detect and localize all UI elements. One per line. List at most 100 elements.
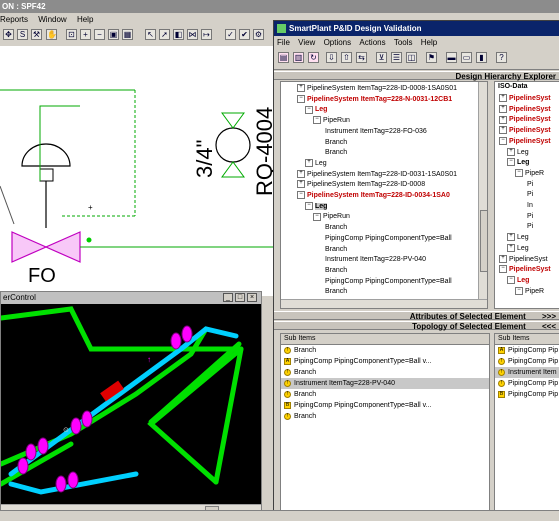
expand-icon[interactable]: + [499, 104, 507, 113]
subitems-list-right[interactable]: Sub Items A PipingComp Pip! PipingComp Pip… [494, 333, 559, 513]
expand-icon[interactable]: + [499, 254, 507, 263]
collapse-icon[interactable]: − [499, 136, 507, 145]
view-detail-icon[interactable]: ▮ [476, 52, 487, 63]
subitem-row[interactable]: ! Branch [281, 367, 489, 378]
menu-reports[interactable]: Reports [0, 15, 28, 24]
expand-arrows[interactable]: >>> [542, 312, 556, 321]
subitem-row[interactable]: ! PipingComp Pip [495, 378, 559, 389]
tree-node[interactable]: Pi [523, 222, 533, 232]
tree-node[interactable]: + PipelineSyst [499, 94, 551, 104]
refresh-icon[interactable]: ↻ [308, 52, 319, 63]
pointer-icon[interactable]: ➚ [159, 29, 170, 40]
collapse-icon[interactable]: − [305, 105, 313, 114]
menu-file[interactable]: File [277, 38, 290, 47]
subitem-row[interactable]: ! Instrument ItemTag=228-PV-040 [281, 378, 489, 389]
subitem-row[interactable]: B PipingComp PipingComponentType=Ball v..… [281, 400, 489, 411]
expand-icon[interactable]: + [507, 147, 515, 156]
tree-node[interactable]: + PipelineSyst [499, 254, 548, 265]
settings-icon[interactable]: ⚙ [253, 29, 264, 40]
subitems-list-left[interactable]: Sub Items ! Branch A PipingComp PipingCompo… [280, 333, 490, 513]
place-icon[interactable]: ◧ [173, 29, 184, 40]
menu-help[interactable]: Help [77, 15, 93, 24]
tree-node[interactable]: Instrument ItemTag=228-PV-040 [321, 255, 426, 265]
expand-icon[interactable]: + [507, 243, 515, 252]
pid-drawing-canvas[interactable]: + FO 3/4" RQ-4004 [0, 46, 280, 296]
collapse-icon[interactable]: − [507, 276, 515, 285]
subitem-row[interactable]: A PipingComp PipingComponentType=Ball v..… [281, 356, 489, 367]
expand-icon[interactable]: + [297, 169, 305, 178]
menu-help[interactable]: Help [421, 38, 437, 47]
tree-node[interactable]: + PipelineSyst [499, 126, 551, 136]
subitem-row[interactable]: ! Branch [281, 345, 489, 356]
report-icon[interactable]: ☰ [391, 52, 402, 63]
collapse-icon[interactable]: − [313, 212, 321, 221]
expand-icon[interactable]: + [305, 159, 313, 168]
tree-node[interactable]: Branch [321, 245, 347, 255]
zoom-out-icon[interactable]: − [94, 29, 105, 40]
topology-header[interactable]: Topology of Selected Element <<< [274, 321, 559, 331]
collapse-icon[interactable]: − [305, 201, 313, 210]
model-3d-canvas[interactable]: ↑ ⊙ [1, 304, 261, 504]
compare-icon[interactable]: ⇆ [356, 52, 367, 63]
hierarchy-tree-right[interactable]: ISO-Data + PipelineSyst + PipelineSyst + Pipe… [494, 81, 559, 309]
tree-node[interactable]: Branch [321, 138, 347, 148]
snap-icon[interactable]: S [17, 29, 28, 40]
line-tool-icon[interactable]: ↦ [201, 29, 212, 40]
tree-node[interactable]: + Leg [507, 233, 529, 243]
tree-hscrollbar[interactable] [281, 299, 487, 308]
import-icon[interactable]: ⇩ [326, 52, 337, 63]
minimize-button[interactable]: _ [223, 293, 233, 302]
tree-node[interactable]: − PipelineSyst [499, 136, 551, 147]
menu-tools[interactable]: Tools [394, 38, 413, 47]
tools-icon[interactable]: ⚒ [31, 29, 42, 40]
tree-node[interactable]: Pi [523, 212, 533, 222]
subitem-row[interactable]: ! PipingComp Pip [495, 356, 559, 367]
valve-tool-icon[interactable]: ⋈ [187, 29, 198, 40]
collapse-icon[interactable]: − [499, 265, 507, 274]
tree-node[interactable]: + Leg [507, 147, 529, 158]
tree-node[interactable]: − PipelineSystem ItemTag=228-N-0031-12CB1 [297, 94, 452, 105]
tree-node[interactable]: + PipelineSystem ItemTag=228-ID-0008-1SA0… [297, 84, 457, 94]
subitems-column-header[interactable]: Sub Items [495, 334, 559, 345]
attributes-header[interactable]: Attributes of Selected Element >>> [274, 311, 559, 321]
expand-icon[interactable]: + [499, 94, 507, 103]
collapse-icon[interactable]: − [297, 191, 305, 200]
tree-node[interactable]: Branch [321, 287, 347, 297]
tree-node[interactable]: Branch [321, 148, 347, 158]
open-icon[interactable]: ▤ [278, 52, 289, 63]
scroll-thumb[interactable] [480, 210, 487, 272]
move-icon[interactable]: ✥ [3, 29, 14, 40]
design-validation-window[interactable]: SmartPlant P&ID Design Validation File V… [273, 20, 559, 520]
validate-icon[interactable]: ✓ [225, 29, 236, 40]
tree-node[interactable]: − Leg [507, 158, 529, 168]
tree-node[interactable]: − PipeRun [313, 212, 350, 222]
fit-icon[interactable]: ▣ [108, 29, 119, 40]
collapse-icon[interactable]: − [507, 158, 515, 167]
subitem-row[interactable]: ! Branch [281, 389, 489, 400]
export-icon[interactable]: ⇧ [341, 52, 352, 63]
subitem-row[interactable]: A PipingComp Pip [495, 345, 559, 356]
tree-node[interactable]: Pi [523, 180, 533, 190]
tree-node[interactable]: + PipelineSystem ItemTag=228-ID-0008 [297, 180, 425, 190]
tree-node[interactable]: + Leg [305, 159, 327, 169]
validate-run-icon[interactable]: ⚑ [426, 52, 437, 63]
tree-node[interactable]: + PipelineSyst [499, 115, 551, 125]
collapse-icon[interactable]: − [297, 94, 305, 103]
menu-view[interactable]: View [298, 38, 315, 47]
menu-window[interactable]: Window [38, 15, 66, 24]
iso-data-root[interactable]: ISO-Data [498, 83, 528, 90]
tree-node[interactable]: − PipelineSyst [499, 265, 551, 275]
expand-icon[interactable]: + [499, 115, 507, 124]
menu-actions[interactable]: Actions [359, 38, 385, 47]
collapse-arrows[interactable]: <<< [542, 322, 556, 331]
tree-node[interactable]: Branch [321, 266, 347, 276]
tree-node[interactable]: PipingComp PipingComponentType=Ball [321, 277, 452, 287]
collapse-icon[interactable]: − [515, 169, 523, 178]
tree-node[interactable]: − PipeR [515, 169, 544, 179]
tree-node[interactable]: PipingComp PipingComponentType=Ball [321, 234, 452, 244]
hierarchy-tree-left[interactable]: + PipelineSystem ItemTag=228-ID-0008-1SA0… [280, 81, 488, 309]
zoom-in-icon[interactable]: + [80, 29, 91, 40]
expand-icon[interactable]: + [297, 84, 305, 93]
expand-icon[interactable]: + [297, 180, 305, 189]
tree-node[interactable]: + Leg [507, 243, 529, 254]
